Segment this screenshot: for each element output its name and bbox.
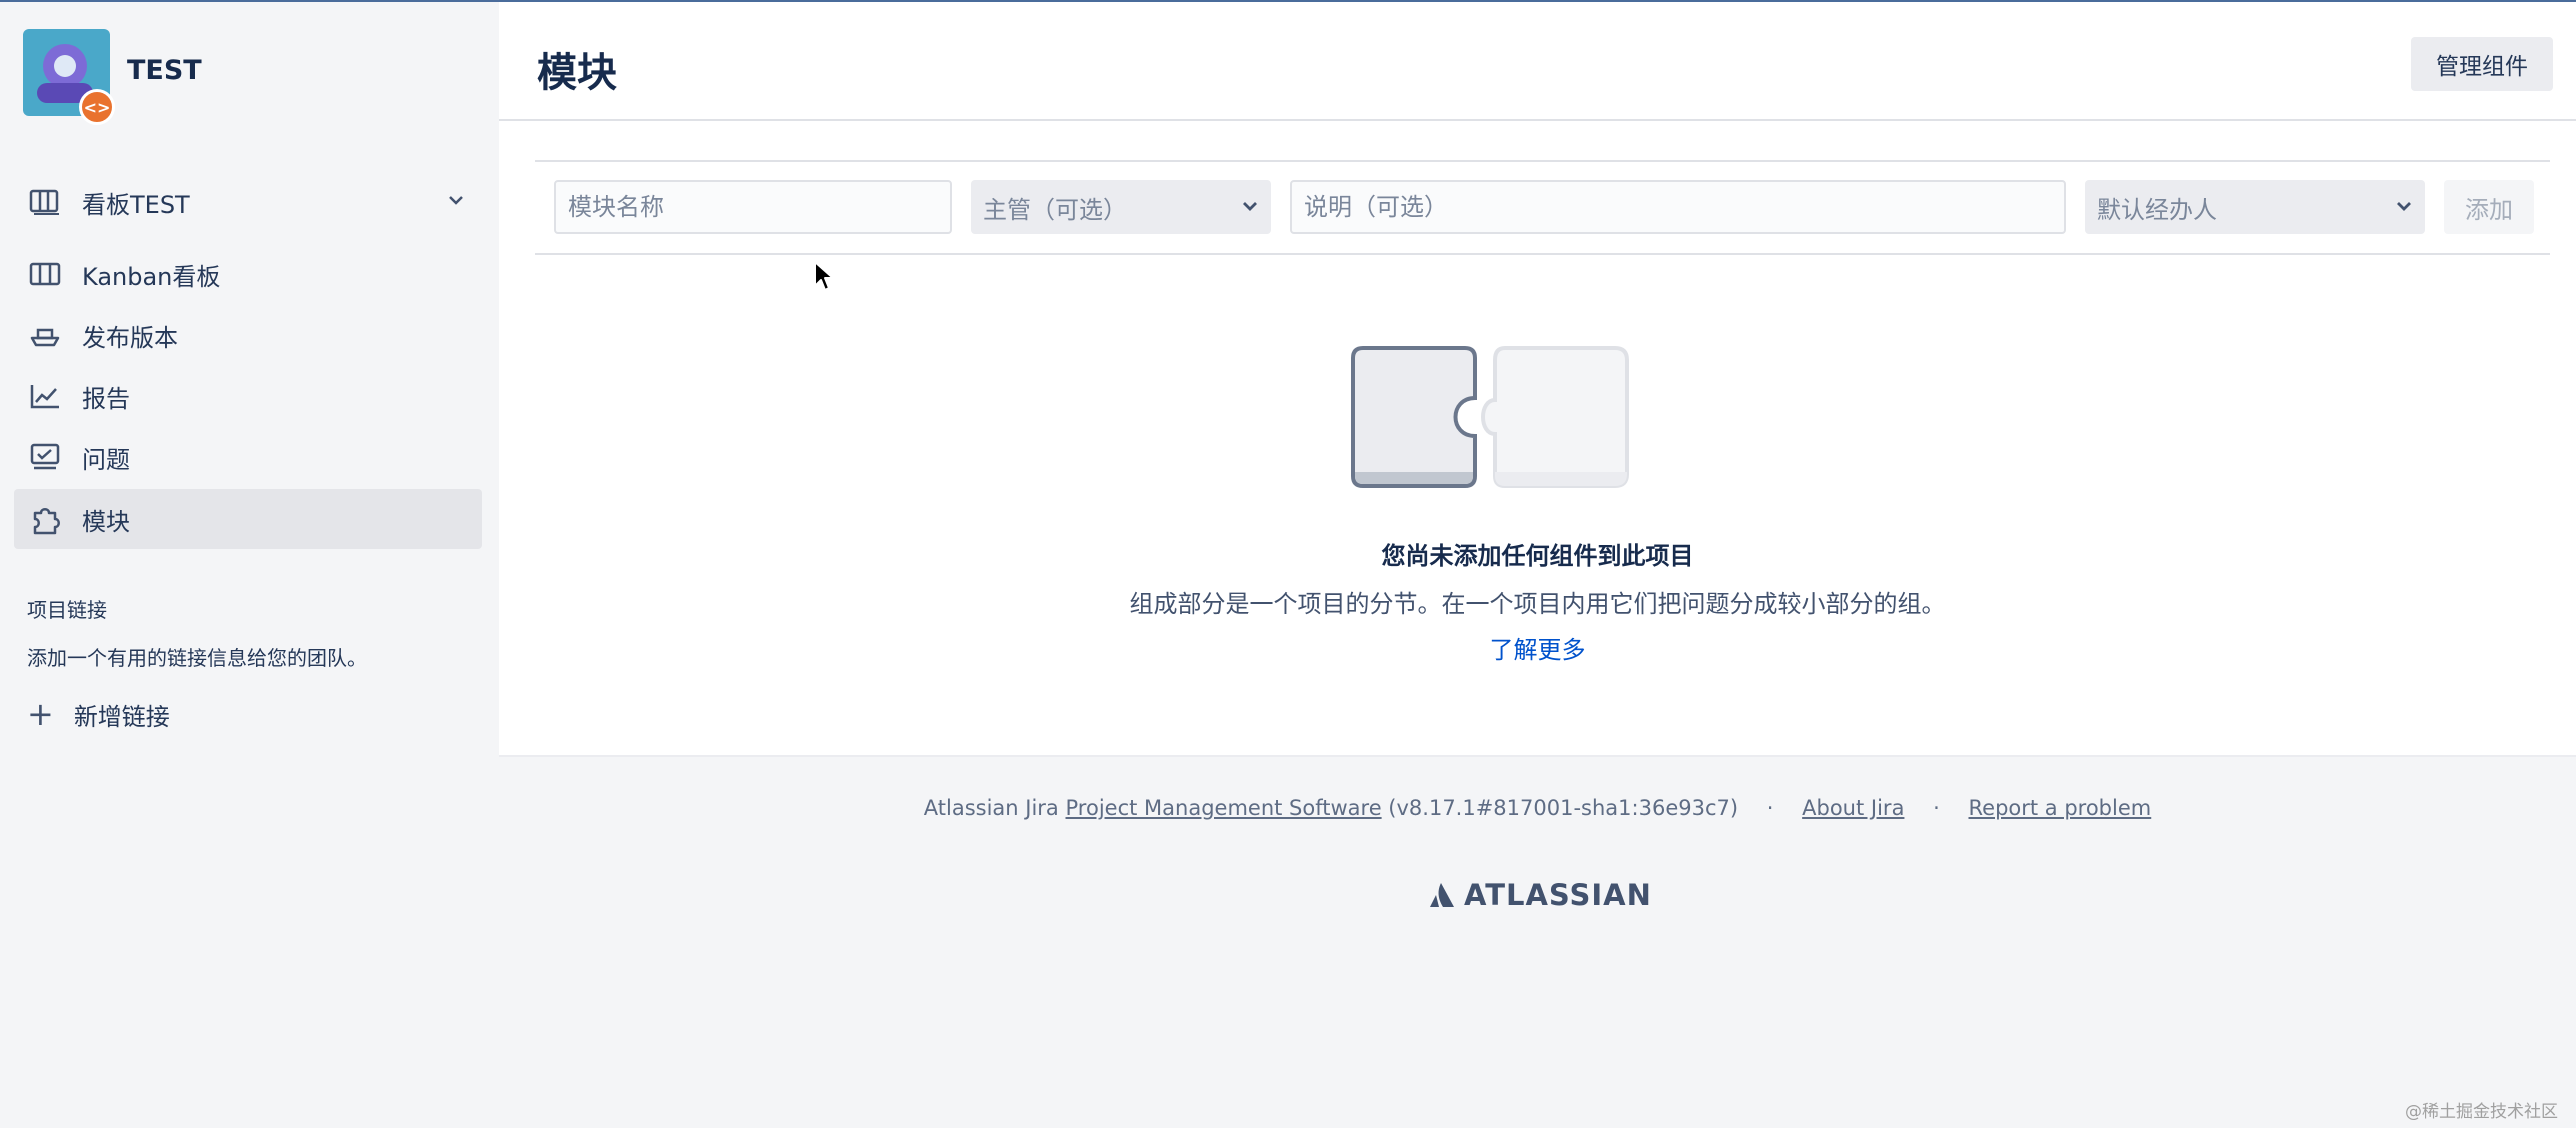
report-problem-link[interactable]: Report a problem [1969, 796, 2152, 820]
project-name[interactable]: TEST [127, 55, 202, 86]
plus-icon: + [27, 695, 54, 733]
sidebar-item-label: 发布版本 [82, 323, 178, 352]
page-title: 模块 [537, 50, 617, 96]
form-divider-bottom [535, 253, 2550, 255]
description-field[interactable] [1290, 180, 2066, 234]
atlassian-logo[interactable]: ATLASSIAN [1428, 878, 1652, 912]
avatar-ring-shape [43, 44, 87, 88]
board-icon [28, 185, 62, 219]
sidebar-item-label: 问题 [82, 445, 130, 474]
atlassian-wordmark: ATLASSIAN [1464, 878, 1652, 912]
project-links-title: 项目链接 [27, 598, 107, 622]
sidebar-item-kanban[interactable]: Kanban看板 [14, 244, 482, 304]
kanban-icon [28, 257, 62, 291]
chart-line-icon [28, 379, 62, 413]
component-name-input[interactable] [566, 192, 940, 222]
puzzle-icon [28, 502, 62, 536]
component-name-field[interactable] [554, 180, 952, 234]
main-panel: 模块 管理组件 主管（可选） 默认经办人 添加 您尚未添加任何组件到此项目 组成… [499, 2, 2576, 755]
sidebar-item-board[interactable]: 看板TEST [14, 172, 482, 232]
project-links-description: 添加一个有用的链接信息给您的团队。 [27, 646, 367, 670]
sidebar-item-releases[interactable]: 发布版本 [14, 305, 482, 365]
description-input[interactable] [1302, 192, 2054, 222]
chevron-down-icon [1241, 193, 1259, 221]
sidebar-item-label: 模块 [82, 507, 130, 536]
chevron-down-icon[interactable] [446, 190, 466, 214]
mouse-cursor-icon [814, 261, 834, 291]
footer-separator: · [1766, 796, 1774, 820]
sidebar-item-issues[interactable]: 问题 [14, 427, 482, 487]
footer-divider [499, 755, 2576, 757]
default-assignee-select[interactable]: 默认经办人 [2085, 180, 2425, 234]
sidebar-item-label: Kanban看板 [82, 262, 221, 291]
add-component-button[interactable]: 添加 [2444, 180, 2534, 234]
footer-prefix: Atlassian Jira [923, 796, 1059, 820]
form-divider-top [535, 160, 2550, 162]
add-link-label: 新增链接 [73, 702, 170, 731]
manage-components-button[interactable]: 管理组件 [2411, 37, 2553, 91]
sidebar-item-label: 看板TEST [82, 190, 190, 219]
ship-icon [28, 318, 62, 352]
add-link-button[interactable]: + 新增链接 [27, 694, 170, 734]
footer-version: (v8.17.1#817001-sha1:36e93c7) [1388, 796, 1739, 820]
sidebar-item-reports[interactable]: 报告 [14, 366, 482, 426]
lead-select-placeholder: 主管（可选） [983, 195, 1127, 224]
lead-select[interactable]: 主管（可选） [971, 180, 1271, 234]
footer: Atlassian Jira Project Management Softwa… [499, 796, 2576, 820]
puzzle-pieces-illustration [1351, 346, 1629, 488]
about-jira-link[interactable]: About Jira [1802, 796, 1904, 820]
project-type-badge: <> [79, 89, 115, 125]
issues-icon [28, 440, 62, 474]
pms-link[interactable]: Project Management Software [1066, 796, 1382, 820]
sidebar-item-label: 报告 [82, 384, 130, 413]
empty-state-title: 您尚未添加任何组件到此项目 [1381, 542, 1694, 570]
sidebar: <> TEST 看板TEST Kanban看板 发布版本 报告 问题 模块 项目… [0, 2, 499, 1128]
learn-more-link[interactable]: 了解更多 [499, 630, 2576, 665]
chevron-down-icon [2395, 193, 2413, 221]
header-divider [499, 119, 2576, 121]
empty-state-description: 组成部分是一个项目的分节。在一个项目内用它们把问题分成较小部分的组。 [1129, 590, 1946, 618]
assignee-select-placeholder: 默认经办人 [2097, 195, 2217, 224]
footer-separator: · [1933, 796, 1940, 820]
atlassian-logo-icon [1430, 883, 1454, 907]
watermark: @稀土掘金技术社区 [2405, 1102, 2558, 1122]
sidebar-item-components[interactable]: 模块 [14, 489, 482, 549]
